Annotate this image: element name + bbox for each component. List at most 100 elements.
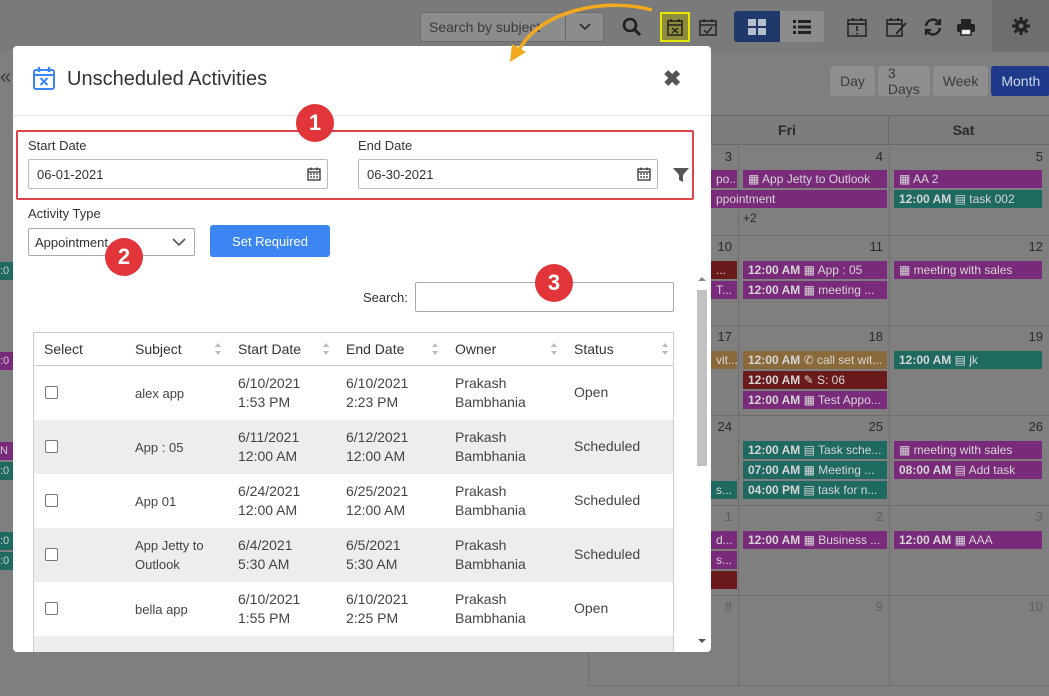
day-number[interactable]: 17 (718, 329, 732, 344)
sort-icon[interactable] (431, 342, 439, 356)
row-checkbox[interactable] (45, 602, 58, 615)
column-header-owner[interactable]: Owner (455, 333, 496, 365)
calendar-event[interactable]: ▦ meeting with sales (894, 441, 1042, 459)
calendar-event[interactable]: 12:00 AM ✆ call set wit... (743, 351, 887, 369)
calendar-event[interactable]: ▦ AA 2 (894, 170, 1042, 188)
event-fragment[interactable]: :0 (0, 352, 13, 370)
row-checkbox[interactable] (45, 548, 58, 561)
calendar-event[interactable]: 12:00 AM ▦ App : 05 (743, 261, 887, 279)
calendar-day-cell[interactable]: 19 (889, 326, 1049, 416)
day-number[interactable]: 18 (869, 329, 883, 344)
day-number[interactable]: 10 (718, 239, 732, 254)
event-fragment[interactable]: N (0, 442, 13, 460)
table-row[interactable]: check With6/4/20216/4/2021Prakash (34, 636, 673, 652)
sort-icon[interactable] (661, 342, 669, 356)
sort-icon[interactable] (550, 342, 558, 356)
more-events-link[interactable]: +2 (743, 211, 757, 225)
calendar-day-cell[interactable]: 3 (889, 506, 1049, 596)
refresh-icon[interactable] (918, 12, 948, 42)
start-date-input[interactable]: 06-01-2021 (28, 159, 328, 189)
calendar-alert-icon[interactable] (842, 12, 872, 42)
event-fragment[interactable]: :0 (0, 262, 13, 280)
calendar-day-cell[interactable]: 2 (738, 506, 889, 596)
row-checkbox[interactable] (45, 494, 58, 507)
column-header-subject[interactable]: Subject (135, 333, 182, 365)
day-number[interactable]: 2 (876, 509, 883, 524)
day-number[interactable]: 3 (725, 149, 732, 164)
view-month-button[interactable]: Month (991, 66, 1049, 96)
day-number[interactable]: 12 (1029, 239, 1043, 254)
row-checkbox[interactable] (45, 386, 58, 399)
day-number[interactable]: 5 (1036, 149, 1043, 164)
view-day-button[interactable]: Day (830, 66, 875, 96)
calendar-event[interactable]: 12:00 AM ▦ AAA (894, 531, 1042, 549)
day-number[interactable]: 11 (870, 239, 884, 254)
table-row[interactable]: App : 05 6/11/2021 12:00 AM 6/12/2021 12:00 … (34, 420, 673, 474)
calendar-event[interactable]: 12:00 AM ▦ meeting ... (743, 281, 887, 299)
sort-icon[interactable] (322, 342, 330, 356)
set-required-button[interactable]: Set Required (210, 225, 330, 257)
table-row[interactable]: App 01 6/24/2021 12:00 AM 6/25/2021 12:00 AM… (34, 474, 673, 528)
day-number[interactable]: 19 (1029, 329, 1043, 344)
calendar-event[interactable]: 04:00 PM ▤ task for n... (743, 481, 887, 499)
calendar-event[interactable] (711, 571, 737, 589)
scrollbar-thumb[interactable] (697, 290, 707, 466)
day-number[interactable]: 1 (725, 509, 732, 524)
filter-icon[interactable] (672, 166, 692, 186)
day-number[interactable]: 8 (725, 599, 732, 614)
sort-icon[interactable] (214, 342, 222, 356)
calendar-event[interactable]: 12:00 AM ▦ Business ... (743, 531, 887, 549)
column-header-end-date[interactable]: End Date (346, 333, 404, 365)
event-fragment[interactable]: :0 (0, 462, 13, 480)
view-week-button[interactable]: Week (932, 66, 989, 96)
scheduled-calendar-icon[interactable] (693, 12, 723, 42)
calendar-event[interactable]: 12:00 AM ✎ S: 06 (743, 371, 887, 389)
calendar-event[interactable]: 12:00 AM ▤ task 002 (894, 190, 1042, 208)
event-fragment[interactable]: :0 (0, 532, 13, 550)
calendar-day-cell[interactable]: 12 (889, 236, 1049, 326)
calendar-event[interactable]: s... (711, 481, 737, 499)
row-checkbox[interactable] (45, 440, 58, 453)
table-row[interactable]: alex app 6/10/2021 1:53 PM 6/10/2021 2:23 PM… (34, 366, 673, 420)
calendar-edit-icon[interactable] (882, 12, 912, 42)
grid-view-button[interactable] (734, 11, 780, 42)
table-row[interactable]: App Jetty to Outlook 6/4/2021 5:30 AM 6/5/20… (34, 528, 673, 582)
day-number[interactable]: 25 (869, 419, 883, 434)
print-icon[interactable] (951, 12, 981, 42)
calendar-event[interactable]: 07:00 AM ▦ Meeting ... (743, 461, 887, 479)
calendar-event[interactable]: po... (711, 170, 737, 188)
column-header-status[interactable]: Status (574, 333, 614, 365)
list-view-button[interactable] (780, 11, 824, 42)
day-number[interactable]: 26 (1029, 419, 1043, 434)
calendar-icon[interactable] (637, 167, 651, 181)
day-number[interactable]: 24 (718, 419, 732, 434)
calendar-event[interactable]: d... (711, 531, 737, 549)
column-header-start-date[interactable]: Start Date (238, 333, 301, 365)
calendar-event[interactable]: 08:00 AM ▤ Add task (894, 461, 1042, 479)
event-fragment[interactable]: :0 (0, 552, 13, 570)
calendar-event[interactable]: ppointment (711, 190, 887, 208)
table-row[interactable]: bella app 6/10/2021 1:55 PM 6/10/2021 2:25 P… (34, 582, 673, 636)
prev-chevron-icon[interactable]: « (0, 66, 11, 89)
calendar-event[interactable]: 12:00 AM ▤ jk (894, 351, 1042, 369)
calendar-event[interactable]: 12:00 AM ▦ Test Appo... (743, 391, 887, 409)
calendar-day-cell[interactable]: 9 (738, 596, 889, 686)
end-date-input[interactable]: 06-30-2021 (358, 159, 658, 189)
calendar-day-cell[interactable]: 10 (889, 596, 1049, 686)
day-number[interactable]: 4 (876, 149, 883, 164)
calendar-event[interactable]: ▦ App Jetty to Outlook (743, 170, 887, 188)
dialog-scrollbar[interactable] (695, 272, 709, 652)
calendar-event[interactable]: T... (711, 281, 737, 299)
gear-icon[interactable] (992, 0, 1049, 52)
view-3days-button[interactable]: 3 Days (877, 65, 930, 97)
calendar-icon[interactable] (307, 167, 321, 181)
calendar-event[interactable]: ▦ meeting with sales (894, 261, 1042, 279)
day-number[interactable]: 9 (876, 599, 883, 614)
column-header-select[interactable]: Select (44, 333, 83, 365)
calendar-event[interactable]: s... (711, 551, 737, 569)
calendar-event[interactable]: 12:00 AM ▤ Task sche... (743, 441, 887, 459)
calendar-event[interactable]: ... (711, 261, 737, 279)
calendar-event[interactable]: vit... (711, 351, 737, 369)
day-number[interactable]: 3 (1036, 509, 1043, 524)
day-number[interactable]: 10 (1029, 599, 1043, 614)
